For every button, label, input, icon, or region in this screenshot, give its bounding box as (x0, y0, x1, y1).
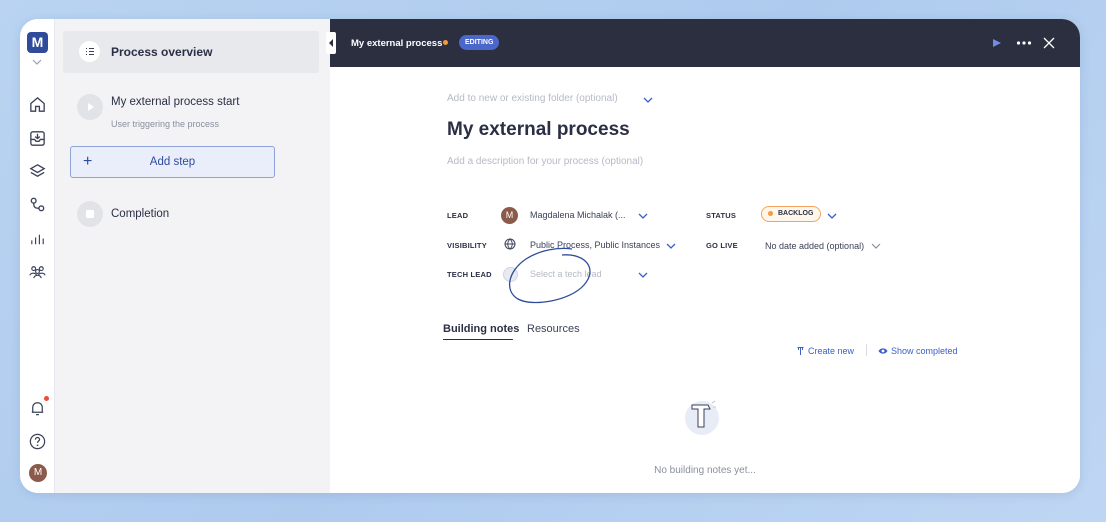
chevron-down-icon[interactable] (827, 213, 837, 219)
status-badge[interactable]: BACKLOG (761, 206, 822, 222)
visibility-label: VISIBILITY (447, 241, 487, 250)
lead-label: LEAD (447, 211, 469, 220)
list-icon (79, 41, 100, 62)
inbox-icon[interactable] (28, 129, 47, 148)
lead-avatar: M (501, 207, 518, 224)
team-icon[interactable] (28, 262, 47, 281)
collapse-panel-handle[interactable] (326, 32, 336, 54)
top-bar: My external process EDITING (330, 19, 1080, 67)
golive-value[interactable]: No date added (optional) (765, 241, 864, 251)
start-step-title[interactable]: My external process start (111, 96, 239, 108)
process-title[interactable]: My external process (447, 119, 630, 141)
tab-resources[interactable]: Resources (527, 323, 580, 335)
process-icon[interactable] (28, 195, 47, 214)
chevron-down-icon[interactable] (638, 272, 648, 278)
process-overview-item[interactable]: Process overview (63, 31, 319, 73)
start-step-subtitle: User triggering the process (111, 119, 220, 129)
process-overview-label: Process overview (111, 45, 213, 59)
add-step-button[interactable]: + Add step (70, 146, 275, 178)
chevron-down-icon[interactable] (32, 59, 42, 65)
help-icon[interactable] (28, 432, 47, 451)
tab-building-notes[interactable]: Building notes (443, 323, 519, 335)
left-rail: M M (20, 19, 55, 493)
pin-icon (797, 347, 804, 355)
completion-step-title[interactable]: Completion (111, 208, 169, 220)
add-step-label: Add step (149, 156, 196, 168)
annotation-circle (508, 247, 591, 304)
empty-state-text: No building notes yet... (654, 465, 756, 476)
create-new-link[interactable]: Create new (808, 346, 854, 356)
chevron-down-icon[interactable] (638, 213, 648, 219)
action-divider (866, 344, 867, 356)
process-description-input[interactable]: Add a description for your process (opti… (447, 156, 643, 167)
layers-icon[interactable] (28, 162, 47, 181)
chevron-down-icon[interactable] (643, 97, 653, 103)
play-icon[interactable] (992, 38, 1002, 48)
steps-panel: Process overview My external process sta… (55, 19, 330, 493)
home-icon[interactable] (28, 95, 47, 114)
eye-icon (878, 348, 888, 354)
user-avatar[interactable]: M (29, 464, 47, 482)
golive-label: GO LIVE (706, 241, 738, 250)
topbar-title: My external process (351, 38, 443, 49)
status-label: STATUS (706, 211, 737, 220)
folder-selector[interactable]: Add to new or existing folder (optional) (447, 93, 618, 104)
analytics-icon[interactable] (28, 229, 47, 248)
editing-badge: EDITING (459, 35, 500, 50)
active-tab-underline (443, 339, 513, 340)
show-completed-link[interactable]: Show completed (891, 346, 958, 356)
techlead-label: TECH LEAD (447, 270, 492, 279)
play-icon[interactable] (77, 94, 103, 120)
hammer-icon (685, 400, 719, 435)
chevron-down-icon[interactable] (871, 243, 881, 249)
bell-icon[interactable] (28, 399, 47, 418)
stop-icon[interactable] (77, 201, 103, 227)
app-window: M M Process overview My external process… (20, 19, 1080, 493)
lead-value[interactable]: Magdalena Michalak (... (530, 210, 626, 220)
more-icon[interactable] (1016, 40, 1032, 46)
workspace-logo[interactable]: M (27, 32, 48, 53)
notification-dot (44, 396, 49, 401)
chevron-down-icon[interactable] (666, 243, 676, 249)
unsaved-dot (443, 40, 448, 45)
close-icon[interactable] (1043, 37, 1055, 49)
main-panel: My external process EDITING Add to new o… (326, 19, 1080, 493)
